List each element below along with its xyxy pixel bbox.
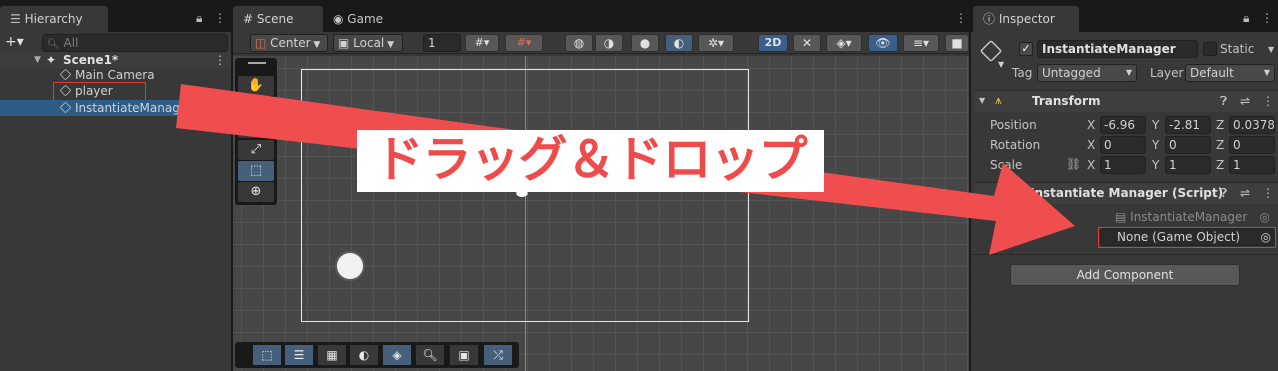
drag-drop-label: ドラッグ＆ドロップ [374, 131, 807, 188]
